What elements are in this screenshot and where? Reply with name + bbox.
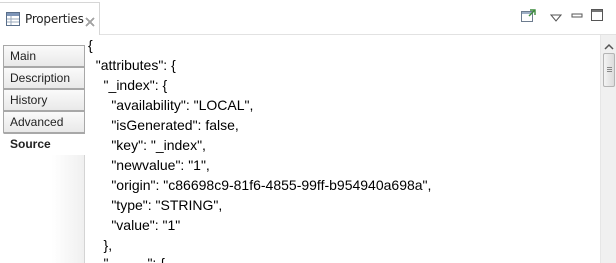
view-tab-title: Properties bbox=[25, 12, 84, 26]
pin-editor-icon[interactable] bbox=[520, 8, 536, 24]
tab-description[interactable]: Description bbox=[3, 67, 85, 89]
properties-view-tab[interactable]: Properties bbox=[0, 2, 100, 35]
code-line: "origin": "c86698c9-81f6-4855-99ff-b9549… bbox=[88, 177, 432, 193]
code-line: }, bbox=[88, 237, 113, 253]
close-x-icon[interactable] bbox=[85, 14, 95, 27]
tab-panel-filler bbox=[3, 155, 85, 263]
tab-advanced[interactable]: Advanced bbox=[3, 111, 85, 133]
maximize-icon[interactable] bbox=[590, 8, 606, 24]
vertical-scrollbar[interactable] bbox=[600, 35, 616, 263]
code-line: "attributes": { bbox=[88, 57, 176, 73]
code-line: "key": "_index", bbox=[88, 137, 206, 153]
code-line: "_____": { bbox=[88, 255, 165, 263]
property-section-tabs: Main Description History Advanced Source bbox=[3, 45, 85, 263]
source-editor[interactable]: { "attributes": { "_index": { "availabil… bbox=[85, 35, 600, 263]
grip-line bbox=[607, 69, 612, 70]
code-line: "availability": "LOCAL", bbox=[88, 97, 254, 113]
code-line: { bbox=[88, 37, 93, 53]
code-line: "type": "STRING", bbox=[88, 197, 223, 213]
code-line: "_index": { bbox=[88, 77, 168, 93]
code-line: "value": "1" bbox=[88, 217, 181, 233]
code-line: "newvalue": "1", bbox=[88, 157, 210, 173]
properties-view-header: Properties bbox=[0, 0, 616, 35]
minimize-icon[interactable] bbox=[570, 8, 586, 24]
view-menu-triangle-icon[interactable] bbox=[549, 10, 566, 26]
tab-main[interactable]: Main bbox=[3, 45, 85, 67]
scroll-thumb[interactable] bbox=[603, 53, 615, 87]
tab-history[interactable]: History bbox=[3, 89, 85, 111]
grip-line bbox=[607, 67, 612, 68]
code-line: "isGenerated": false, bbox=[88, 117, 239, 133]
properties-table-icon bbox=[6, 12, 20, 26]
tab-source[interactable]: Source bbox=[3, 133, 85, 155]
grip-line bbox=[607, 71, 612, 72]
scroll-up-arrow-icon[interactable] bbox=[603, 39, 615, 50]
